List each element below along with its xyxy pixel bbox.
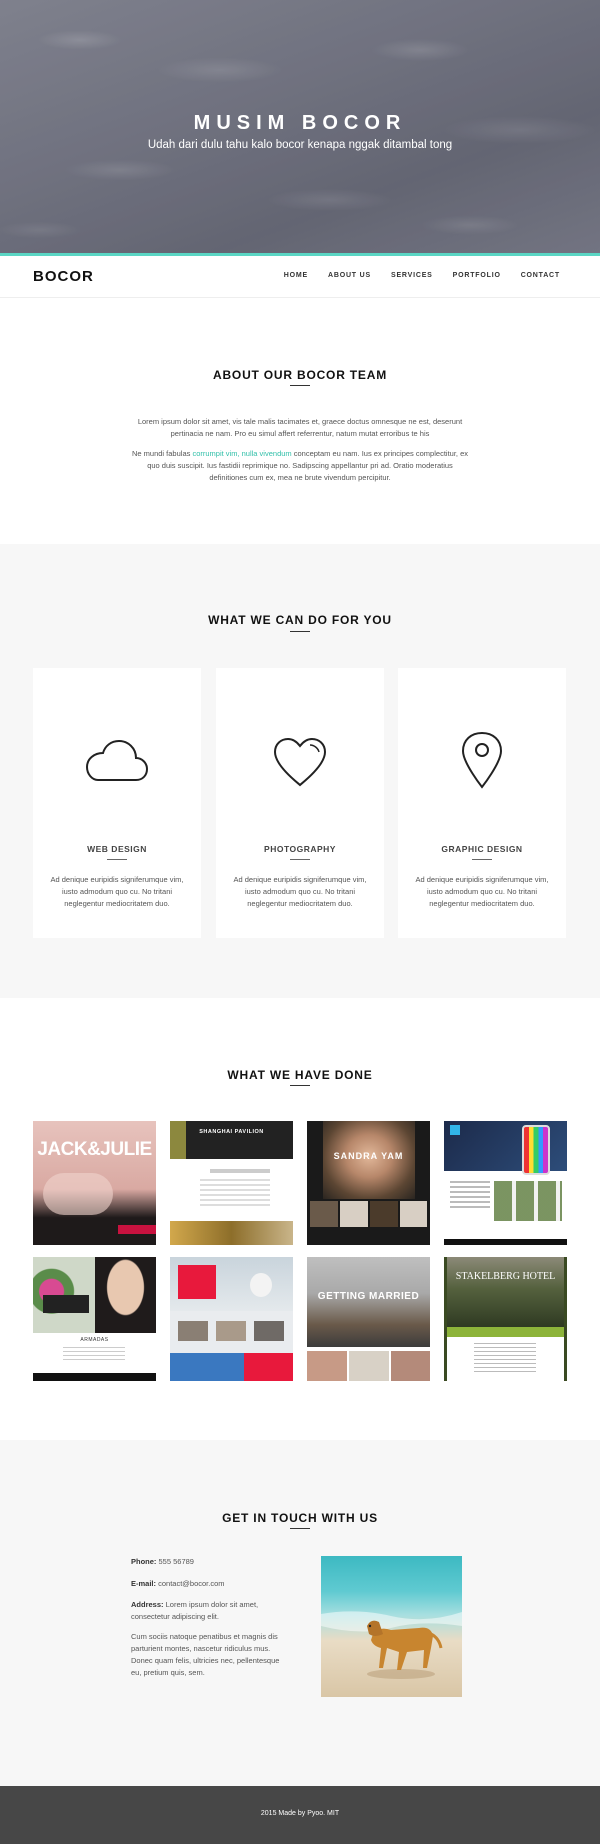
- portfolio-item-7[interactable]: GETTING MARRIED: [307, 1257, 430, 1381]
- about-title: ABOUT OUR BOCOR TEAM: [213, 368, 387, 382]
- portfolio-item-8[interactable]: STAKELBERG HOTEL: [444, 1257, 567, 1381]
- portfolio-item-3[interactable]: SANDRA YAM: [307, 1121, 430, 1245]
- hero-title: MUSIM BOCOR: [193, 112, 407, 134]
- service-card-web-design: WEB DESIGN Ad denique euripidis signifer…: [33, 668, 201, 938]
- nav-portfolio[interactable]: PORTFOLIO: [453, 272, 501, 279]
- navbar: BOCOR HOME ABOUT US SERVICES PORTFOLIO C…: [0, 256, 600, 298]
- nav-about-us[interactable]: ABOUT US: [328, 272, 371, 279]
- footer-credit: 2015 Made by Pyoo. MIT: [260, 1810, 340, 1817]
- services-title: WHAT WE CAN DO FOR YOU: [208, 613, 392, 627]
- portfolio-item-5[interactable]: ARMADAS: [33, 1257, 156, 1381]
- portfolio-item-2[interactable]: SHANGHAI PAVILION: [170, 1121, 293, 1245]
- service-rule: [290, 859, 310, 860]
- contact-title: GET IN TOUCH WITH US: [222, 1511, 378, 1525]
- nav-services[interactable]: SERVICES: [391, 272, 433, 279]
- service-text: Ad denique euripidis signiferumque vim, …: [233, 875, 367, 908]
- nav-home[interactable]: HOME: [284, 272, 308, 279]
- contact-photo: [321, 1556, 462, 1697]
- service-card-photography: PHOTOGRAPHY Ad denique euripidis signife…: [216, 668, 384, 938]
- service-card-graphic-design: GRAPHIC DESIGN Ad denique euripidis sign…: [398, 668, 566, 938]
- about-title-rule: [290, 385, 310, 386]
- service-title: PHOTOGRAPHY: [264, 844, 336, 854]
- portfolio-title: WHAT WE HAVE DONE: [227, 1068, 373, 1082]
- nav-contact[interactable]: CONTACT: [521, 272, 560, 279]
- contact-section: [0, 1440, 600, 1786]
- hero-subtitle: Udah dari dulu tahu kalo bocor kenapa ng…: [147, 139, 453, 151]
- services-title-rule: [290, 631, 310, 632]
- service-title: WEB DESIGN: [87, 844, 147, 854]
- portfolio-item-4[interactable]: [444, 1121, 567, 1245]
- about-link[interactable]: corrumpit vim, nulla vivendum: [192, 449, 291, 458]
- email-link[interactable]: contact@bocor.com: [158, 1579, 224, 1588]
- portfolio-title-rule: [290, 1085, 310, 1086]
- contact-address: Address: Lorem ipsum dolor sit amet, con…: [131, 1600, 259, 1621]
- service-rule: [472, 859, 492, 860]
- portfolio-item-6[interactable]: [170, 1257, 293, 1381]
- service-text: Ad denique euripidis signiferumque vim, …: [415, 875, 549, 908]
- site-logo[interactable]: BOCOR: [33, 268, 94, 285]
- nav-menu: HOME ABOUT US SERVICES PORTFOLIO CONTACT: [284, 272, 560, 279]
- service-rule: [107, 859, 127, 860]
- contact-email: E-mail: contact@bocor.com: [131, 1579, 225, 1588]
- cloud-icon: [33, 736, 201, 784]
- about-paragraph-1: Lorem ipsum dolor sit amet, vis tale mal…: [137, 417, 463, 438]
- contact-phone: Phone: 555 56789: [131, 1557, 194, 1566]
- service-text: Ad denique euripidis signiferumque vim, …: [50, 875, 184, 908]
- portfolio-item-1[interactable]: JACK&JULIE: [33, 1121, 156, 1245]
- service-title: GRAPHIC DESIGN: [441, 844, 523, 854]
- location-pin-icon: [398, 730, 566, 790]
- contact-title-rule: [290, 1528, 310, 1529]
- heart-icon: [216, 736, 384, 788]
- about-paragraph-2: Ne mundi fabulas corrumpit vim, nulla vi…: [132, 449, 468, 482]
- footer: 2015 Made by Pyoo. MIT: [0, 1786, 600, 1844]
- contact-note: Cum sociis natoque penatibus et magnis d…: [131, 1632, 280, 1677]
